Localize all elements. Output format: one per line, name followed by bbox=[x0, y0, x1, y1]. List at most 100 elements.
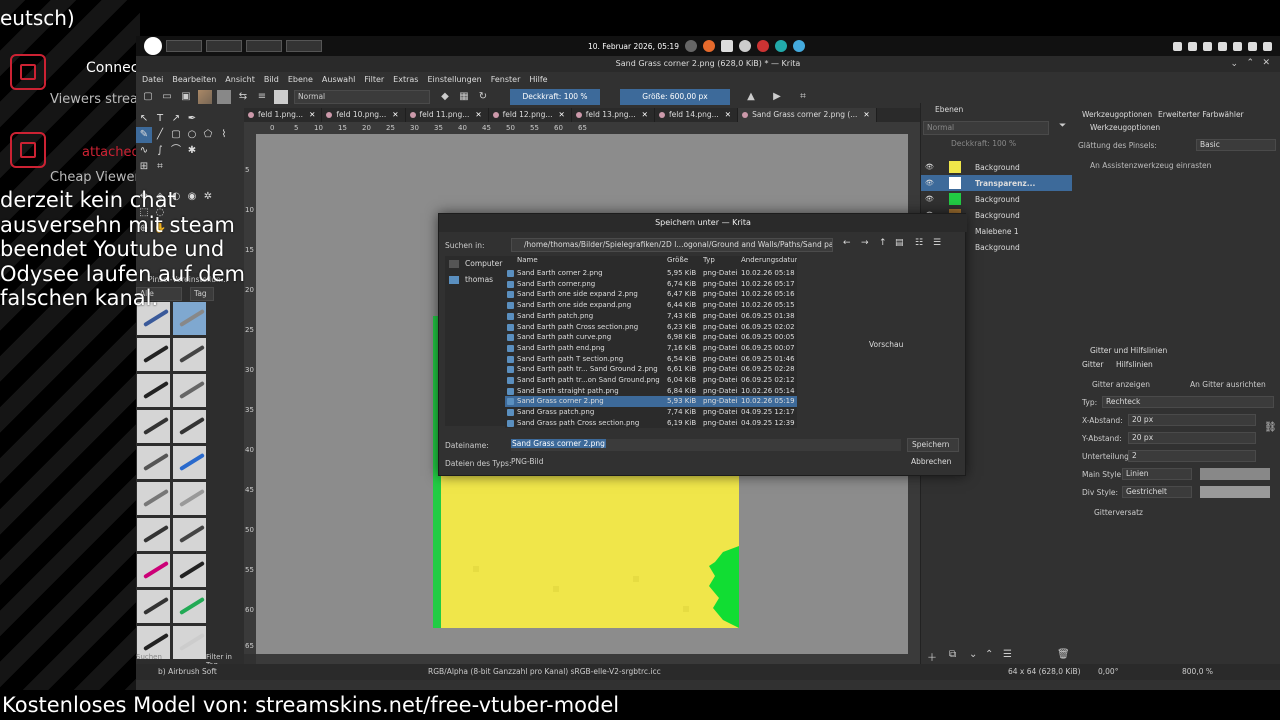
brush-preset[interactable] bbox=[136, 589, 171, 624]
col-name[interactable]: Name bbox=[517, 256, 538, 264]
start-menu-icon[interactable] bbox=[144, 37, 162, 55]
brush-preset[interactable] bbox=[172, 517, 207, 552]
workspace-1[interactable] bbox=[166, 40, 202, 52]
filetype-select[interactable]: PNG-Bild bbox=[511, 457, 901, 469]
brush-preset[interactable] bbox=[172, 553, 207, 588]
crop-tool-icon[interactable]: ⌗ bbox=[152, 159, 168, 175]
file-row[interactable]: Sand Earth straight path.png 6,84 KiB png-… bbox=[505, 386, 797, 397]
close-tab-icon[interactable]: ✕ bbox=[559, 110, 565, 119]
file-row[interactable]: Sand Earth path curve.png 6,98 KiB png-Dat… bbox=[505, 332, 797, 343]
back-icon[interactable]: ← bbox=[843, 238, 851, 248]
brush-preset-icon[interactable] bbox=[274, 90, 288, 104]
size-slider[interactable]: Größe: 600,00 px bbox=[620, 89, 730, 105]
link-icon[interactable]: ⛓ bbox=[1264, 422, 1277, 433]
file-row[interactable]: Sand Earth one side expand.png 6,44 KiB pn… bbox=[505, 300, 797, 311]
show-grid-checkbox[interactable]: Gitter anzeigen bbox=[1092, 380, 1150, 389]
file-row[interactable]: Sand Grass path Cross section.png 6,19 Ki… bbox=[505, 418, 797, 428]
tab-feld-1[interactable]: feld 1.png... ✕ bbox=[244, 108, 323, 122]
visibility-icon[interactable]: 👁 bbox=[925, 179, 934, 187]
tab-sand-grass-corner[interactable]: Sand Grass corner 2.png (... ✕ bbox=[738, 108, 877, 122]
brush-preset[interactable] bbox=[136, 445, 171, 480]
list-view-icon[interactable]: ☷ bbox=[915, 238, 923, 248]
workspace-2[interactable] bbox=[206, 40, 242, 52]
menu-bearbeiten[interactable]: Bearbeiten bbox=[172, 75, 216, 84]
move-up-icon[interactable]: ⌃ bbox=[985, 649, 993, 660]
div-style-select[interactable]: Gestrichelt bbox=[1122, 486, 1192, 498]
menu-auswahl[interactable]: Auswahl bbox=[322, 75, 355, 84]
transform-tool-icon[interactable]: ⊞ bbox=[136, 159, 152, 175]
place-computer[interactable]: Computer bbox=[465, 259, 502, 268]
multibrush-icon[interactable]: ✱ bbox=[184, 143, 200, 159]
tab-guides[interactable]: Hilfslinien bbox=[1116, 360, 1153, 369]
detail-view-icon[interactable]: ☰ bbox=[933, 238, 941, 248]
close-tab-icon[interactable]: ✕ bbox=[475, 110, 481, 119]
smoothing-select[interactable]: Basic bbox=[1196, 139, 1276, 151]
layer-row[interactable]: 👁 Background bbox=[921, 159, 1073, 175]
ellipse-tool-icon[interactable]: ○ bbox=[184, 127, 200, 143]
gradient-icon[interactable] bbox=[198, 90, 212, 104]
layer-row[interactable]: 👁 Background bbox=[921, 191, 1073, 207]
brush-preset[interactable] bbox=[172, 589, 207, 624]
menu-einstellungen[interactable]: Einstellungen bbox=[427, 75, 481, 84]
clipboard-icon[interactable] bbox=[1218, 41, 1227, 51]
preserve-alpha-icon[interactable]: ▦ bbox=[457, 90, 471, 104]
menu-icon[interactable] bbox=[1263, 41, 1272, 51]
menu-datei[interactable]: Datei bbox=[142, 75, 163, 84]
file-row[interactable]: Sand Earth path tr...on Sand Ground.png 6… bbox=[505, 375, 797, 386]
layer-blend-select[interactable]: Normal bbox=[923, 121, 1049, 135]
brush-search-input[interactable]: Suchen bbox=[136, 653, 162, 661]
save-button[interactable]: Speichern bbox=[907, 438, 959, 452]
tab-feld-14[interactable]: feld 14.png... ✕ bbox=[655, 108, 739, 122]
forward-icon[interactable]: → bbox=[861, 238, 869, 248]
brush-preset[interactable] bbox=[136, 373, 171, 408]
horizontal-scrollbar[interactable] bbox=[256, 654, 920, 664]
save-icon[interactable]: ▣ bbox=[179, 90, 193, 104]
rectangle-tool-icon[interactable]: ▢ bbox=[168, 127, 184, 143]
polyline-tool-icon[interactable]: ⌇ bbox=[216, 127, 232, 143]
file-row[interactable]: Sand Earth corner.png 6,74 KiB png-Datei 10… bbox=[505, 279, 797, 290]
polygon-tool-icon[interactable]: ⬠ bbox=[200, 127, 216, 143]
snap-grid-checkbox[interactable]: An Gitter ausrichten bbox=[1190, 380, 1266, 389]
tab-feld-11[interactable]: feld 11.png... ✕ bbox=[406, 108, 489, 122]
file-row[interactable]: Sand Earth one side expand 2.png 6,47 KiB… bbox=[505, 289, 797, 300]
maximize-icon[interactable]: ⌃ bbox=[1246, 58, 1254, 68]
line-tool-icon[interactable]: ╱ bbox=[152, 127, 168, 143]
div-color-swatch[interactable] bbox=[1200, 486, 1270, 498]
file-row[interactable]: Sand Earth path Cross section.png 6,23 Ki… bbox=[505, 322, 797, 333]
eraser-icon[interactable]: ◆ bbox=[438, 90, 452, 104]
calligraphy-icon[interactable]: ✒ bbox=[184, 111, 200, 127]
minimize-icon[interactable]: ⌄ bbox=[1230, 59, 1238, 69]
close-tab-icon[interactable]: ✕ bbox=[309, 110, 315, 119]
brush-preset[interactable] bbox=[136, 517, 171, 552]
file-row[interactable]: Sand Earth corner 2.png 5,95 KiB png-Datei… bbox=[505, 268, 797, 279]
col-date[interactable]: Änderungsdatur bbox=[741, 256, 797, 264]
duplicate-layer-icon[interactable]: ⧉ bbox=[949, 649, 956, 660]
menu-hilfe[interactable]: Hilfe bbox=[529, 75, 547, 84]
tab-feld-10[interactable]: feld 10.png... ✕ bbox=[322, 108, 406, 122]
menu-ebene[interactable]: Ebene bbox=[288, 75, 313, 84]
visibility-icon[interactable]: 👁 bbox=[925, 195, 934, 203]
main-style-select[interactable]: Linien bbox=[1122, 468, 1192, 480]
mail-icon[interactable] bbox=[720, 40, 733, 52]
brush-settings-icon[interactable]: ≡ bbox=[255, 90, 269, 104]
snap-assistant-checkbox[interactable]: An Assistenzwerkzeug einrasten bbox=[1090, 161, 1211, 170]
brush-preset[interactable] bbox=[136, 409, 171, 444]
close-icon[interactable]: ✕ bbox=[1262, 58, 1270, 68]
battery-icon[interactable] bbox=[1203, 41, 1212, 51]
tab-grid[interactable]: Gitter bbox=[1082, 360, 1103, 369]
obs-icon[interactable] bbox=[738, 40, 751, 52]
new-document-icon[interactable]: ▢ bbox=[141, 90, 155, 104]
layer-properties-icon[interactable]: ☰ bbox=[1003, 649, 1012, 660]
tab-color-selector[interactable]: Erweiterter Farbwähler bbox=[1158, 110, 1244, 119]
menu-ansicht[interactable]: Ansicht bbox=[225, 75, 255, 84]
menu-bild[interactable]: Bild bbox=[264, 75, 279, 84]
blend-mode-select[interactable]: Normal bbox=[294, 90, 430, 104]
clock[interactable]: 10. Februar 2026, 05:19 bbox=[588, 42, 679, 51]
wrap-icon[interactable]: ⌗ bbox=[796, 90, 810, 104]
layer-opacity[interactable]: Deckkraft: 100 % bbox=[951, 139, 1016, 148]
opacity-slider[interactable]: Deckkraft: 100 % bbox=[510, 89, 600, 105]
menu-filter[interactable]: Filter bbox=[364, 75, 384, 84]
firefox-icon[interactable] bbox=[702, 40, 715, 52]
bezier-tool-icon[interactable]: ∿ bbox=[136, 143, 152, 159]
network-icon[interactable] bbox=[1173, 41, 1182, 51]
